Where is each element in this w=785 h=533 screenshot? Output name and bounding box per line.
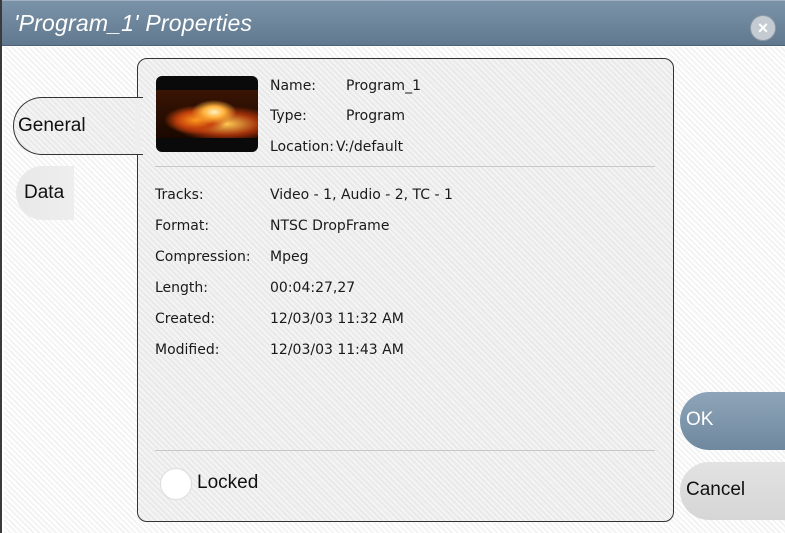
clip-thumbnail — [156, 76, 258, 152]
cancel-button-label: Cancel — [686, 479, 746, 500]
ok-button[interactable]: OK — [680, 392, 785, 450]
tab-data[interactable]: Data — [16, 166, 74, 220]
fire-thumbnail-image — [156, 90, 258, 138]
locked-label: Locked — [197, 472, 259, 493]
tab-general-label: General — [18, 115, 86, 136]
type-label: Type: — [270, 108, 307, 124]
modified-value: 12/03/03 11:43 AM — [270, 342, 404, 358]
name-label: Name: — [270, 78, 317, 94]
footer-divider — [155, 450, 655, 451]
close-button[interactable]: × — [750, 15, 776, 41]
modified-label: Modified: — [155, 342, 220, 358]
compression-label: Compression: — [155, 249, 251, 265]
title-bar: 'Program_1' Properties × — [2, 0, 785, 46]
tab-connector — [135, 98, 141, 154]
compression-value: Mpeg — [270, 249, 309, 265]
tab-data-label: Data — [24, 182, 65, 203]
location-label: Location: — [270, 139, 334, 155]
window-title: 'Program_1' Properties — [14, 10, 253, 36]
tracks-label: Tracks: — [155, 187, 204, 203]
tracks-value: Video - 1, Audio - 2, TC - 1 — [270, 187, 453, 203]
close-icon: × — [757, 17, 769, 38]
length-value: 00:04:27,27 — [270, 280, 356, 296]
format-label: Format: — [155, 218, 210, 234]
cancel-button[interactable]: Cancel — [680, 462, 785, 520]
type-value: Program — [346, 108, 406, 124]
properties-window: 'Program_1' Properties × General Data Na… — [0, 0, 785, 533]
format-value: NTSC DropFrame — [270, 218, 390, 234]
length-label: Length: — [155, 280, 209, 296]
name-value: Program_1 — [346, 78, 421, 94]
locked-checkbox[interactable] — [160, 468, 192, 500]
header-divider — [155, 166, 655, 167]
created-label: Created: — [155, 311, 216, 327]
ok-button-label: OK — [686, 409, 714, 430]
location-value: V:/default — [336, 139, 404, 155]
tab-general[interactable]: General — [13, 97, 143, 155]
created-value: 12/03/03 11:32 AM — [270, 311, 404, 327]
